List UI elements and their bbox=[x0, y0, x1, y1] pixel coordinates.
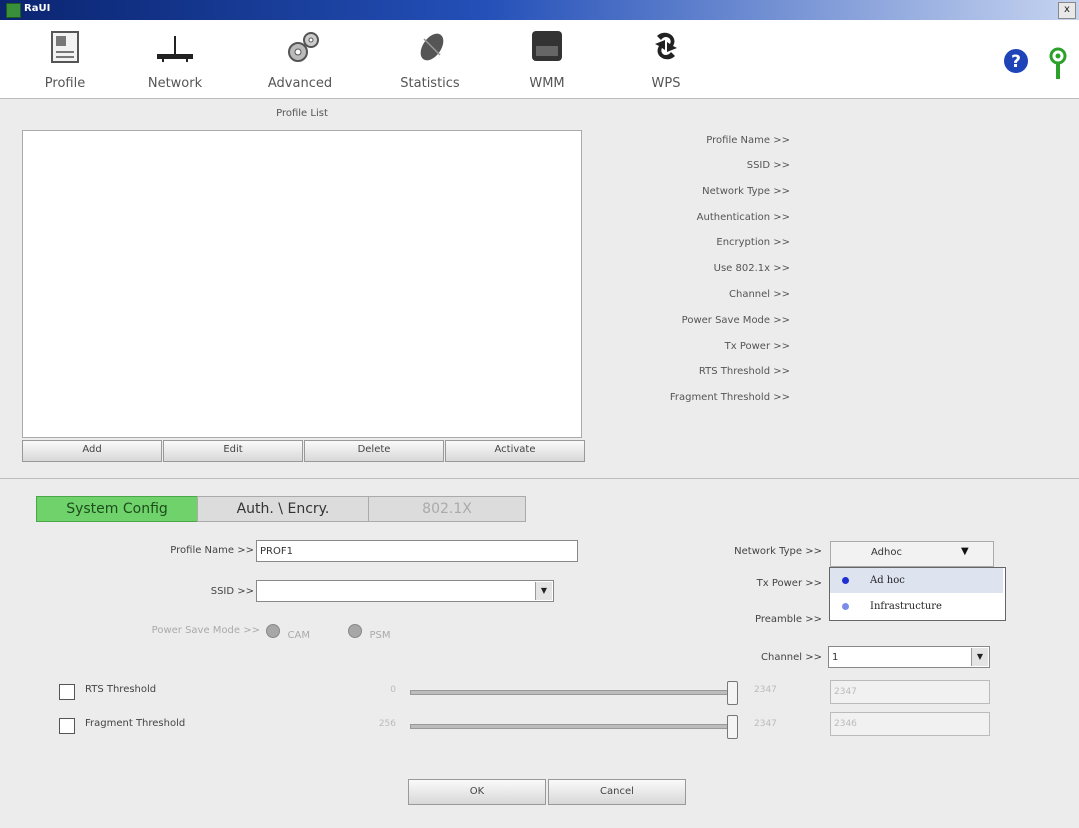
signal-icon[interactable] bbox=[1046, 47, 1070, 83]
rts-threshold-checkbox[interactable] bbox=[59, 684, 75, 700]
rts-max: 2347 bbox=[754, 685, 777, 695]
channel-value: 1 bbox=[832, 652, 839, 663]
tab-system-config[interactable]: System Config bbox=[36, 496, 198, 522]
bullet-icon bbox=[842, 603, 849, 610]
toolbar-profile-label: Profile bbox=[44, 76, 86, 91]
detail-power-save-mode: Power Save Mode >> bbox=[681, 315, 790, 326]
power-save-cam-radio[interactable]: CAM bbox=[266, 624, 310, 641]
title-bar: RaUI bbox=[0, 0, 1079, 20]
fragment-value-input[interactable]: 2346 bbox=[830, 712, 990, 736]
cam-label: CAM bbox=[287, 630, 310, 641]
network-type-dropdown: Ad hoc Infrastructure bbox=[829, 567, 1006, 621]
toolbar-network[interactable]: Network bbox=[130, 20, 220, 98]
cancel-button[interactable]: Cancel bbox=[548, 779, 686, 805]
preamble-label: Preamble >> bbox=[755, 614, 822, 625]
ssid-combo[interactable]: ▼ bbox=[256, 580, 554, 602]
profile-list[interactable] bbox=[22, 130, 582, 438]
ok-button[interactable]: OK bbox=[408, 779, 546, 805]
network-type-select[interactable]: Adhoc ▼ bbox=[830, 541, 994, 567]
window-title: RaUI bbox=[24, 3, 51, 14]
activate-button[interactable]: Activate bbox=[445, 440, 585, 462]
rts-value-input[interactable]: 2347 bbox=[830, 680, 990, 704]
psm-label: PSM bbox=[369, 630, 391, 641]
section-divider bbox=[0, 478, 1079, 479]
advanced-icon bbox=[288, 32, 319, 62]
toolbar-statistics-label: Statistics bbox=[400, 76, 460, 91]
network-type-label: Network Type >> bbox=[734, 546, 822, 557]
toolbar-network-label: Network bbox=[147, 76, 203, 91]
detail-network-type: Network Type >> bbox=[702, 186, 790, 197]
network-type-option-adhoc[interactable]: Ad hoc bbox=[830, 568, 1003, 593]
option-label: Ad hoc bbox=[870, 575, 905, 586]
toolbar-advanced-label: Advanced bbox=[267, 76, 333, 91]
radio-icon bbox=[348, 624, 362, 638]
fragment-threshold-checkbox[interactable] bbox=[59, 718, 75, 734]
rts-slider[interactable] bbox=[410, 690, 734, 695]
toolbar-wmm[interactable]: WMM bbox=[502, 20, 592, 98]
detail-ssid: SSID >> bbox=[746, 160, 790, 171]
detail-fragment-threshold: Fragment Threshold >> bbox=[669, 392, 790, 403]
detail-authentication: Authentication >> bbox=[696, 212, 790, 223]
close-button[interactable]: x bbox=[1058, 2, 1076, 19]
toolbar-wps-label: WPS bbox=[651, 76, 681, 91]
rts-min: 0 bbox=[390, 685, 396, 695]
svg-text:?: ? bbox=[1011, 52, 1021, 72]
channel-label: Channel >> bbox=[761, 652, 822, 663]
rts-slider-thumb[interactable] bbox=[727, 681, 738, 705]
toolbar-advanced[interactable]: Advanced bbox=[255, 20, 345, 98]
power-save-psm-radio[interactable]: PSM bbox=[348, 624, 391, 641]
tab-auth-encry[interactable]: Auth. \ Encry. bbox=[197, 496, 369, 522]
fragment-slider[interactable] bbox=[410, 724, 734, 729]
profile-list-title: Profile List bbox=[276, 108, 328, 119]
wmm-icon bbox=[532, 31, 562, 61]
tx-power-label: Tx Power >> bbox=[756, 578, 822, 589]
app-logo-icon bbox=[6, 3, 21, 18]
option-label: Infrastructure bbox=[870, 601, 942, 612]
toolbar-wmm-label: WMM bbox=[529, 76, 565, 91]
power-save-label: Power Save Mode >> bbox=[151, 625, 260, 636]
edit-button[interactable]: Edit bbox=[163, 440, 303, 462]
ssid-label: SSID >> bbox=[210, 586, 254, 597]
fragment-min: 256 bbox=[378, 719, 396, 729]
detail-rts-threshold: RTS Threshold >> bbox=[698, 366, 790, 377]
rts-threshold-label: RTS Threshold bbox=[85, 684, 157, 695]
help-icon[interactable]: ? bbox=[1003, 48, 1029, 74]
toolbar: Profile Network Advanced Statistics WMM … bbox=[0, 20, 1079, 120]
statistics-icon bbox=[420, 33, 444, 61]
add-button[interactable]: Add bbox=[22, 440, 162, 462]
radio-icon bbox=[266, 624, 280, 638]
network-icon bbox=[157, 36, 193, 62]
detail-channel: Channel >> bbox=[729, 289, 790, 300]
detail-encryption: Encryption >> bbox=[716, 237, 790, 248]
chevron-down-icon: ▼ bbox=[961, 546, 969, 557]
tab-8021x[interactable]: 802.1X bbox=[368, 496, 526, 522]
fragment-max: 2347 bbox=[754, 719, 777, 729]
profile-name-input[interactable]: PROF1 bbox=[256, 540, 578, 562]
fragment-slider-thumb[interactable] bbox=[727, 715, 738, 739]
channel-select[interactable]: 1 ▼ bbox=[828, 646, 990, 668]
detail-profile-name: Profile Name >> bbox=[706, 135, 790, 146]
wps-icon bbox=[655, 32, 677, 60]
toolbar-profile[interactable]: Profile bbox=[20, 20, 110, 98]
delete-button[interactable]: Delete bbox=[304, 440, 444, 462]
chevron-down-icon[interactable]: ▼ bbox=[971, 648, 988, 666]
detail-tx-power: Tx Power >> bbox=[724, 341, 790, 352]
bullet-icon bbox=[842, 577, 849, 584]
network-type-value: Adhoc bbox=[871, 547, 902, 558]
chevron-down-icon[interactable]: ▼ bbox=[535, 582, 552, 600]
fragment-threshold-label: Fragment Threshold bbox=[85, 718, 186, 729]
toolbar-statistics[interactable]: Statistics bbox=[385, 20, 475, 98]
profile-icon bbox=[51, 31, 79, 63]
profile-name-label: Profile Name >> bbox=[170, 545, 254, 556]
network-type-option-infrastructure[interactable]: Infrastructure bbox=[830, 594, 1003, 619]
toolbar-wps[interactable]: WPS bbox=[621, 20, 711, 98]
detail-use-8021x: Use 802.1x >> bbox=[713, 263, 790, 274]
